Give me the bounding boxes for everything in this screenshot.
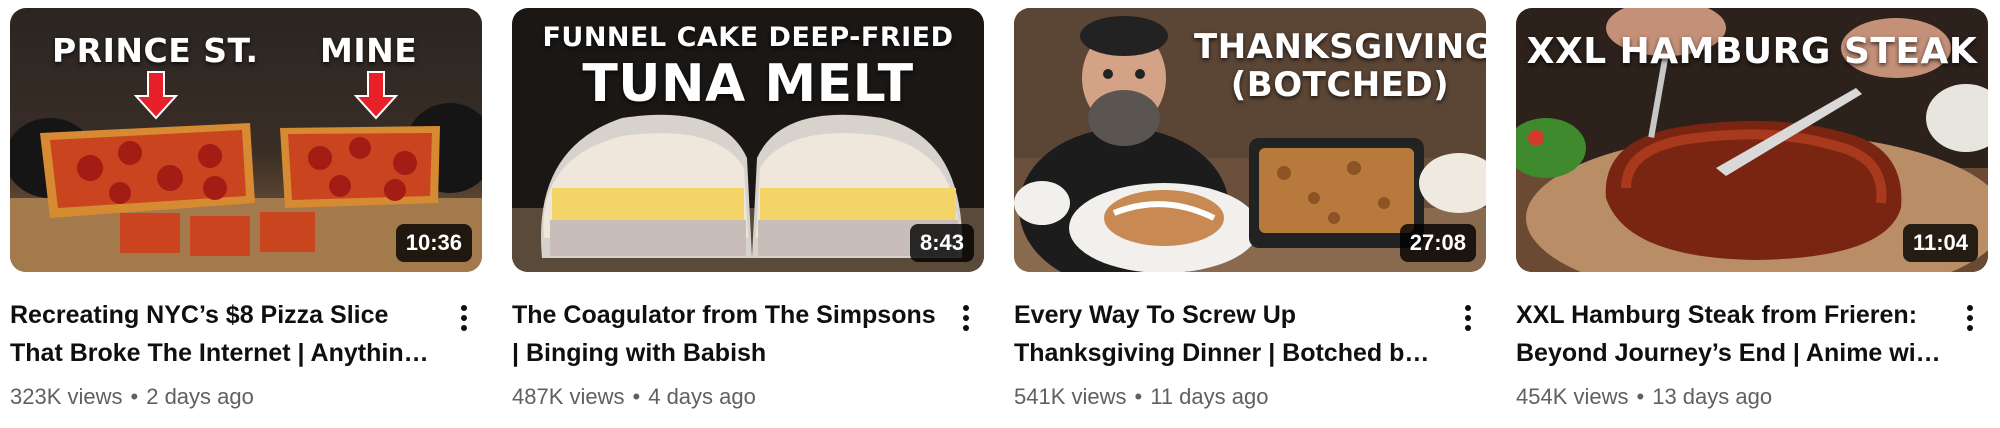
video-stats: 541K views • 11 days ago [1014,382,1440,412]
video-details: Recreating NYC’s $8 Pizza Slice That Bro… [10,296,482,412]
thumbnail-caption: MINE [320,31,418,70]
video-duration: 10:36 [395,224,472,262]
separator-dot: • [130,384,139,409]
view-count: 487K views [512,384,625,409]
separator-dot: • [632,384,641,409]
video-stats: 454K views • 13 days ago [1516,382,1942,412]
video-title[interactable]: The Coagulator from The Simpsons | Bingi… [512,296,938,372]
more-vert-icon[interactable] [1952,300,1988,336]
video-stats: 323K views • 2 days ago [10,382,436,412]
view-count: 541K views [1014,384,1127,409]
thumbnail-caption: TUNA MELT [582,54,914,114]
more-vert-icon[interactable] [446,300,482,336]
thumbnail-caption: PRINCE ST. [52,31,259,70]
more-vert-icon[interactable] [948,300,984,336]
video-duration: 11:04 [1902,224,1978,262]
thumbnail-caption: (BOTCHED) [1230,65,1450,105]
upload-age: 4 days ago [648,384,756,409]
view-count: 454K views [1516,384,1629,409]
video-thumbnail[interactable]: XXL HAMBURG STEAK 11:04 [1516,8,1988,272]
thumbnail-caption: THANKSGIVING [1194,27,1486,67]
video-card[interactable]: XXL HAMBURG STEAK 11:04 XXL Hamburg Stea… [1516,8,1988,412]
more-vert-icon[interactable] [1450,300,1486,336]
video-details: The Coagulator from The Simpsons | Bingi… [512,296,984,412]
video-duration: 8:43 [909,224,974,262]
upload-age: 11 days ago [1150,384,1269,409]
video-card[interactable]: FUNNEL CAKE DEEP-FRIED TUNA MELT 8:43 Th… [512,8,984,412]
video-stats: 487K views • 4 days ago [512,382,938,412]
video-thumbnail[interactable]: PRINCE ST. MINE 10:36 [10,8,482,272]
thumbnail-caption: XXL HAMBURG STEAK [1526,31,1978,72]
video-details: Every Way To Screw Up Thanksgiving Dinne… [1014,296,1486,412]
video-title[interactable]: XXL Hamburg Steak from Frieren: Beyond J… [1516,296,1942,372]
video-card[interactable]: PRINCE ST. MINE 10:36 Recreating NYC’s $… [10,8,482,412]
view-count: 323K views [10,384,123,409]
video-title[interactable]: Every Way To Screw Up Thanksgiving Dinne… [1014,296,1440,372]
upload-age: 13 days ago [1652,384,1773,409]
video-thumbnail[interactable]: THANKSGIVING (BOTCHED) 27:08 [1014,8,1486,272]
video-title[interactable]: Recreating NYC’s $8 Pizza Slice That Bro… [10,296,436,372]
upload-age: 2 days ago [146,384,254,409]
thumbnail-caption: FUNNEL CAKE DEEP-FRIED [542,22,954,53]
video-thumbnail[interactable]: FUNNEL CAKE DEEP-FRIED TUNA MELT 8:43 [512,8,984,272]
video-card[interactable]: THANKSGIVING (BOTCHED) 27:08 Every Way T… [1014,8,1486,412]
separator-dot: • [1134,384,1143,409]
video-duration: 27:08 [1399,224,1476,262]
separator-dot: • [1636,384,1645,409]
video-details: XXL Hamburg Steak from Frieren: Beyond J… [1516,296,1988,412]
video-grid: PRINCE ST. MINE 10:36 Recreating NYC’s $… [0,0,2000,428]
